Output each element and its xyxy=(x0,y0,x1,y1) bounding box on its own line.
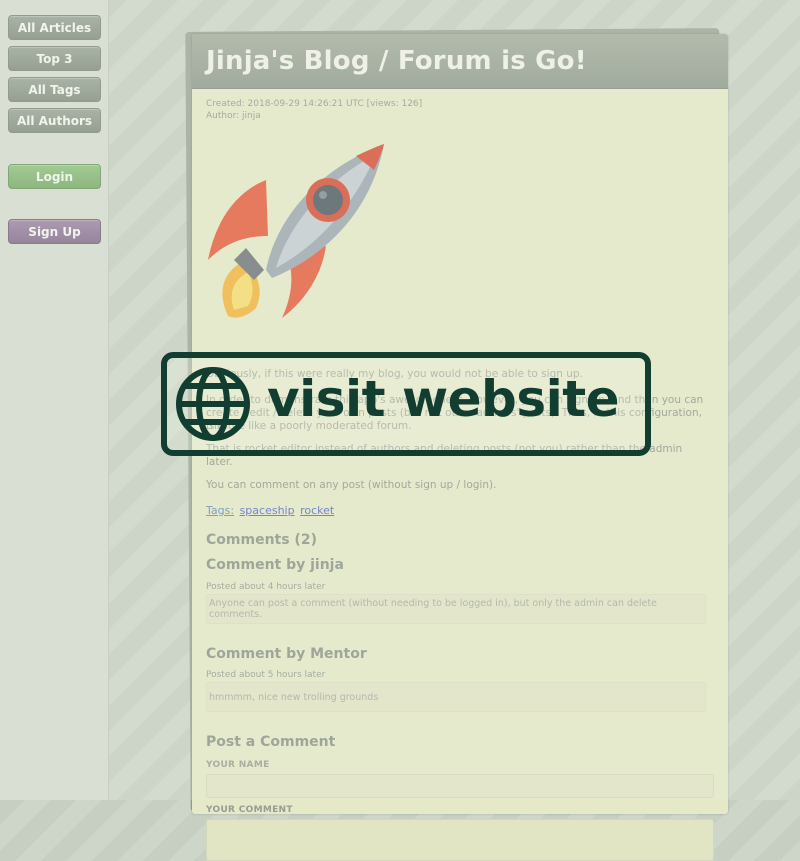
comment-1-body: Anyone can post a comment (without needi… xyxy=(206,594,706,624)
nav-all-authors-button[interactable]: All Authors xyxy=(8,108,101,133)
article-title: Jinja's Blog / Forum is Go! xyxy=(206,46,587,76)
tags-label: Tags: xyxy=(206,504,235,517)
signup-button[interactable]: Sign Up xyxy=(8,219,101,244)
visit-website-banner[interactable]: visit website xyxy=(161,352,651,456)
sidebar: All Articles Top 3 All Tags All Authors … xyxy=(0,0,109,800)
login-button[interactable]: Login xyxy=(8,164,101,189)
your-name-label: YOUR NAME xyxy=(206,760,270,770)
your-name-input[interactable] xyxy=(206,774,714,798)
article-header: Jinja's Blog / Forum is Go! xyxy=(192,34,728,89)
visit-website-text: visit website xyxy=(267,370,620,428)
your-comment-textarea[interactable] xyxy=(206,819,714,861)
article-author: Author: jinja xyxy=(206,111,261,121)
article-paragraph-3b: later. xyxy=(206,456,233,468)
your-comment-label: YOUR COMMENT xyxy=(206,805,293,815)
tag-rocket-link[interactable]: rocket xyxy=(300,504,334,517)
tags-row: Tags: spaceship rocket xyxy=(206,504,334,517)
nav-top-3-button[interactable]: Top 3 xyxy=(8,46,101,71)
nav-all-tags-button[interactable]: All Tags xyxy=(8,77,101,102)
comments-heading: Comments (2) xyxy=(206,532,317,548)
article-content: Created: 2018-09-29 14:26:21 UTC [views:… xyxy=(206,98,714,861)
post-comment-heading: Post a Comment xyxy=(206,734,336,750)
comment-2-body: hmmmm, nice new trolling grounds xyxy=(206,682,706,712)
tag-spaceship-link[interactable]: spaceship xyxy=(240,504,295,517)
comment-2-posted: Posted about 5 hours later xyxy=(206,670,326,680)
nav-all-articles-button[interactable]: All Articles xyxy=(8,15,101,40)
comment-1-title: Comment by jinja xyxy=(206,557,344,573)
comment-2-title: Comment by Mentor xyxy=(206,646,367,662)
article-paragraph-4: You can comment on any post (without sig… xyxy=(206,479,497,491)
rocket-icon xyxy=(208,144,384,318)
article-created: Created: 2018-09-29 14:26:21 UTC [views:… xyxy=(206,99,423,109)
comment-1-posted: Posted about 4 hours later xyxy=(206,582,326,592)
globe-icon xyxy=(176,367,250,441)
